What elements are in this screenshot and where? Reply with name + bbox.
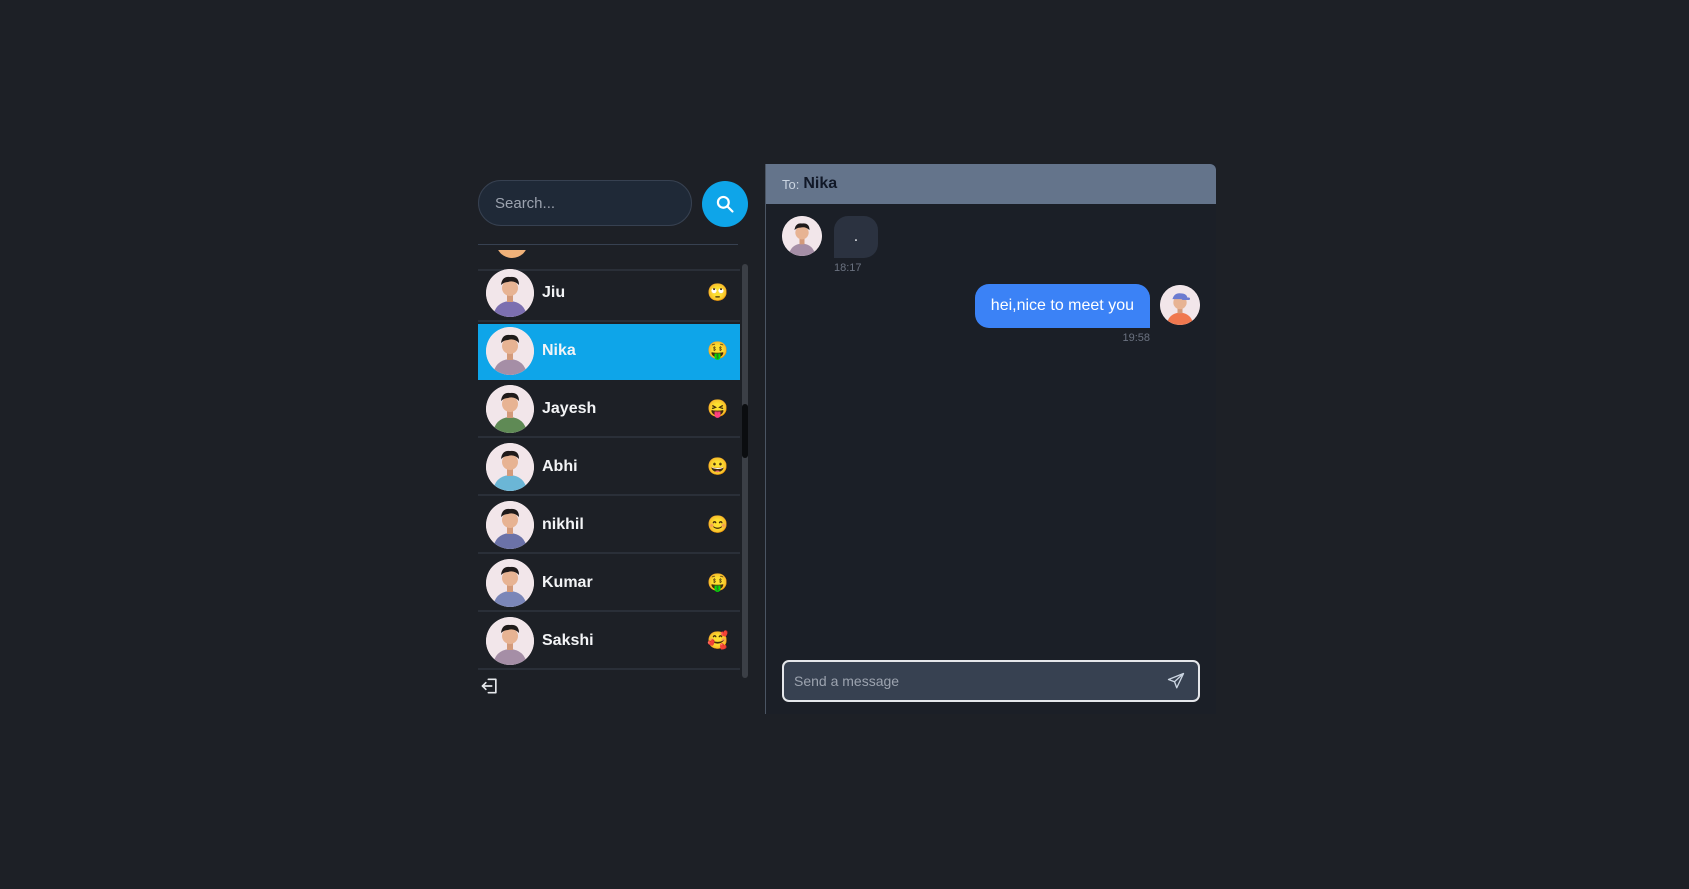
contact-list: Jiu 🙄 Nika 🤑 Jayesh 😝 Abhi 😀 nikhil 😊 Kumar 🤑 Sakshi… [478, 264, 740, 674]
chat-header: To: Nika [766, 164, 1216, 204]
status-emoji-icon: 🤑 [707, 573, 729, 592]
message-bubble-outgoing: hei,nice to meet you [974, 284, 1150, 328]
contact-item[interactable]: Abhi 😀 [478, 440, 740, 496]
contact-name: nikhil [542, 516, 584, 533]
avatar [486, 443, 534, 491]
status-emoji-icon: 🥰 [707, 631, 729, 650]
contact-name: Nika [542, 342, 576, 359]
chat-app: Jiu 🙄 Nika 🤑 Jayesh 😝 Abhi 😀 nikhil 😊 Kumar 🤑 Sakshi… [478, 164, 1216, 714]
contact-name: Sakshi [542, 632, 594, 649]
send-button[interactable] [1164, 669, 1188, 693]
avatar [1160, 285, 1200, 325]
recipient-name: Nika [803, 175, 838, 192]
contact-list-scrollbar[interactable] [742, 264, 748, 678]
contact-name: Jiu [542, 284, 566, 301]
scrollbar-thumb[interactable] [742, 404, 748, 458]
avatar [486, 501, 534, 549]
contact-item[interactable]: Jayesh 😝 [478, 382, 740, 438]
search-icon [716, 195, 734, 213]
status-emoji-icon: 😝 [707, 399, 729, 418]
avatar [486, 269, 534, 317]
chat-panel: To: Nika . 18:17 hei,nice to meet you 19… [765, 164, 1216, 714]
avatar [486, 327, 534, 375]
logout-icon [481, 678, 497, 694]
contact-name: Kumar [542, 574, 593, 591]
status-emoji-icon: 😀 [707, 457, 729, 476]
search-row [478, 180, 748, 228]
contact-item[interactable]: nikhil 😊 [478, 498, 740, 554]
contact-item[interactable]: Kumar 🤑 [478, 556, 740, 612]
divider [478, 244, 738, 245]
contact-item[interactable]: Sakshi 🥰 [478, 614, 740, 670]
message-bubble-incoming: . [834, 216, 878, 258]
contact-item[interactable]: Jiu 🙄 [478, 266, 740, 322]
logout-button[interactable] [480, 676, 500, 696]
status-emoji-icon: 🤑 [707, 341, 729, 360]
send-icon [1167, 672, 1185, 689]
message-timestamp: 18:17 [834, 262, 862, 274]
contact-name: Abhi [542, 458, 578, 475]
to-label: To: [782, 176, 800, 192]
message-input[interactable] [784, 663, 1164, 699]
contact-name: Jayesh [542, 400, 597, 417]
search-input[interactable] [478, 180, 692, 226]
message-composer [782, 660, 1200, 702]
avatar [486, 559, 534, 607]
avatar [782, 216, 822, 256]
avatar [496, 250, 528, 260]
avatar [486, 385, 534, 433]
search-button[interactable] [702, 181, 748, 227]
message-timestamp: 19:58 [1122, 332, 1150, 344]
avatar [486, 617, 534, 665]
contact-item[interactable]: Nika 🤑 [478, 324, 740, 380]
status-emoji-icon: 🙄 [707, 283, 729, 302]
status-emoji-icon: 😊 [707, 515, 729, 534]
sidebar: Jiu 🙄 Nika 🤑 Jayesh 😝 Abhi 😀 nikhil 😊 Kumar 🤑 Sakshi… [478, 164, 748, 714]
